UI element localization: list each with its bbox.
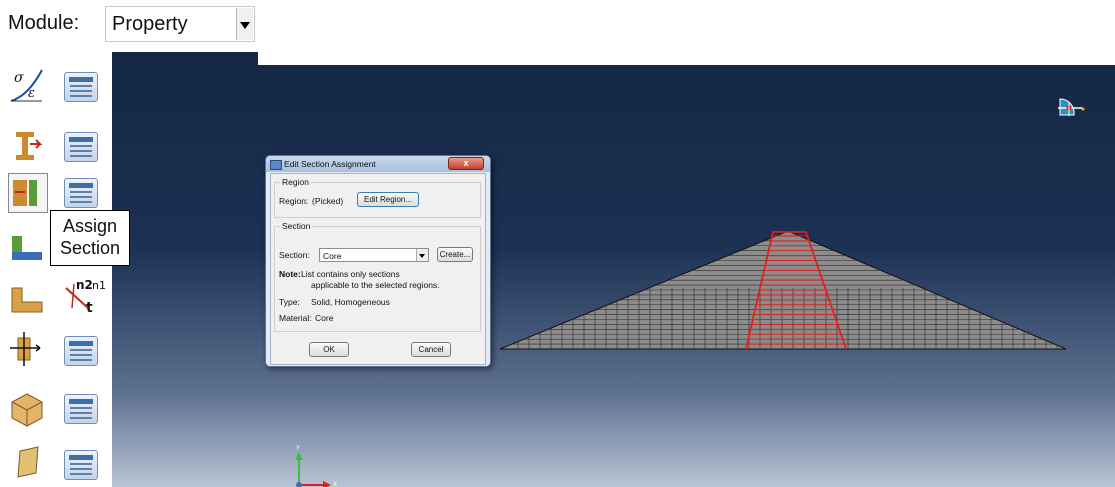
edit-region-button[interactable]: Edit Region... xyxy=(357,192,419,207)
assign-orientation-icon[interactable] xyxy=(8,280,46,318)
type-label: Type: xyxy=(279,297,300,307)
dialog-body: Region Region: (Picked) Edit Region... S… xyxy=(270,173,486,365)
region-label: Region: xyxy=(279,196,309,206)
material-table-icon[interactable] xyxy=(64,72,98,102)
svg-text:n1: n1 xyxy=(92,279,106,292)
section-group: Section Section: Core Create... Note: Li… xyxy=(274,221,481,332)
region-group: Region Region: (Picked) Edit Region... xyxy=(274,177,481,218)
module-bar: Module: Property xyxy=(0,0,258,48)
tooltip-line-2: Section xyxy=(59,238,121,258)
special-icon[interactable] xyxy=(8,443,46,481)
module-label: Module: xyxy=(8,12,80,34)
material-manager-icon[interactable]: σε xyxy=(8,66,46,104)
svg-text:σ: σ xyxy=(14,70,24,86)
region-value: (Picked) xyxy=(312,196,344,206)
svg-text:n2: n2 xyxy=(76,278,93,292)
tooltip-line-1: Assign xyxy=(62,216,118,236)
dialog-titlebar[interactable]: Edit Section Assignment x xyxy=(266,156,490,172)
y-axis-label: Y xyxy=(295,445,300,452)
special-table-icon[interactable] xyxy=(64,450,98,480)
close-button[interactable]: x xyxy=(448,157,484,170)
type-value: Solid, Homogeneous xyxy=(311,297,390,307)
composite-table-icon[interactable] xyxy=(64,394,98,424)
section-manager-icon[interactable] xyxy=(8,126,46,164)
chevron-down-icon[interactable] xyxy=(416,249,428,261)
edit-section-assignment-dialog: Edit Section Assignment x Region Region:… xyxy=(265,155,491,367)
region-group-title: Region xyxy=(280,177,311,187)
dialog-title: Edit Section Assignment xyxy=(284,159,376,169)
x-axis-label: X xyxy=(333,481,337,487)
ok-button[interactable]: OK xyxy=(309,342,349,357)
assign-beam-orientation-icon[interactable]: n2 n1 t xyxy=(62,278,106,316)
chevron-down-icon[interactable] xyxy=(236,8,253,40)
section-assignment-table-icon[interactable] xyxy=(64,178,98,208)
assign-section-icon[interactable] xyxy=(8,173,48,213)
skin-table-icon[interactable] xyxy=(64,336,98,366)
cancel-button[interactable]: Cancel xyxy=(411,342,451,357)
dam-mesh[interactable] xyxy=(498,228,1068,352)
composite-layup-icon[interactable] xyxy=(8,390,46,428)
app-icon xyxy=(270,160,282,170)
material-label: Material: xyxy=(279,313,312,323)
beam-section-icon[interactable] xyxy=(8,226,46,264)
blank-area xyxy=(258,0,1115,65)
material-value: Core xyxy=(315,313,334,323)
note-line-2: applicable to the selected regions. xyxy=(311,280,440,290)
view-axis-icon xyxy=(1058,102,1082,116)
module-dropdown[interactable]: Property xyxy=(105,6,255,42)
create-button[interactable]: Create... xyxy=(437,247,473,262)
section-value: Core xyxy=(323,251,342,261)
note-label: Note: xyxy=(279,269,301,279)
note-line-1: List contains only sections xyxy=(301,269,400,279)
coordinate-triad: Y X xyxy=(295,445,337,487)
tooltip: Assign Section xyxy=(50,210,130,266)
section-label: Section: xyxy=(279,250,310,260)
section-table-icon[interactable] xyxy=(64,132,98,162)
toolbox: σε n2 n1 t xyxy=(0,48,112,487)
section-group-title: Section xyxy=(280,221,313,231)
skin-icon[interactable] xyxy=(8,330,46,368)
module-value: Property xyxy=(112,13,188,35)
section-dropdown[interactable]: Core xyxy=(319,248,429,262)
svg-text:ε: ε xyxy=(28,86,35,101)
